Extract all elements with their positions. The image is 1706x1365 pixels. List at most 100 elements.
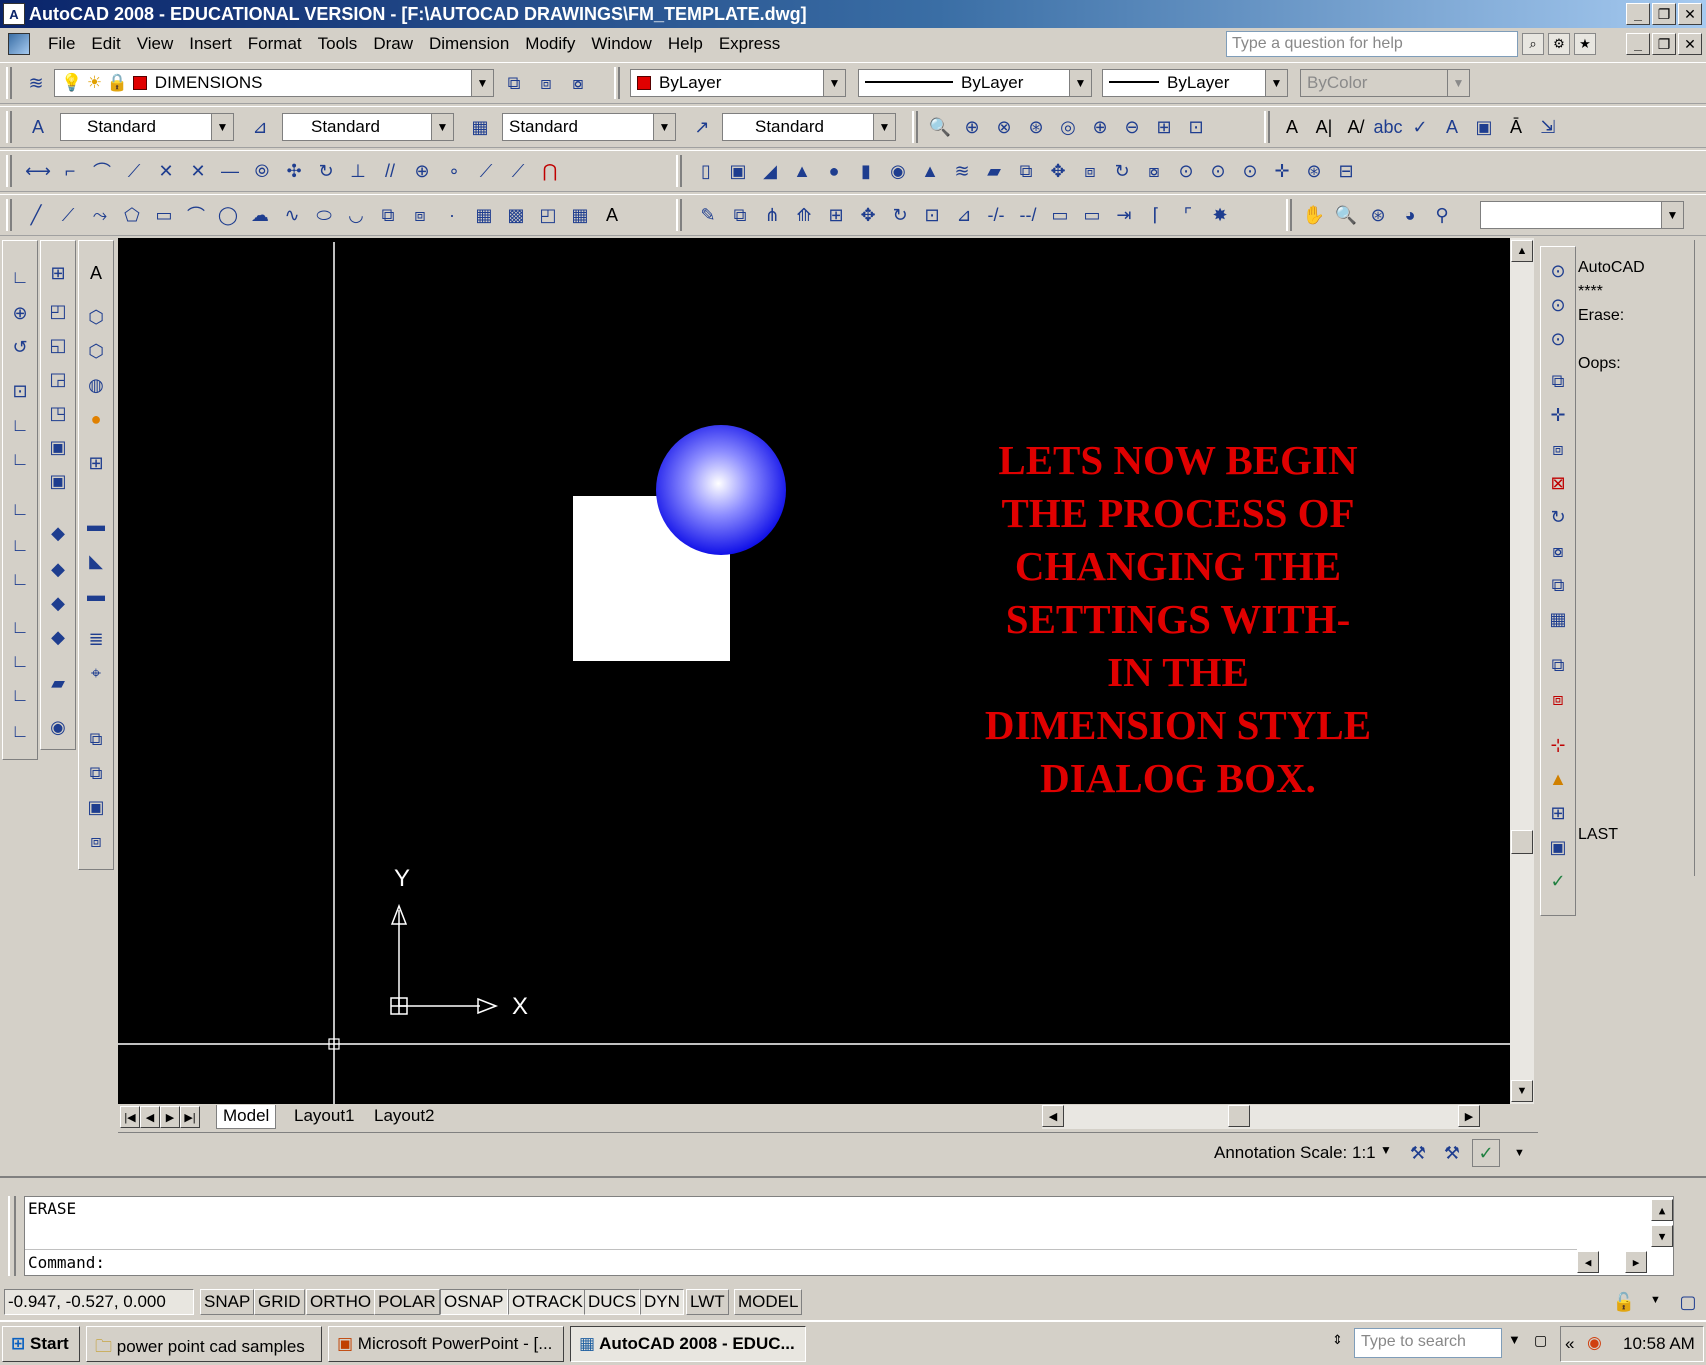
zoom-center-icon[interactable]: ◎ <box>1054 113 1082 141</box>
blue-sphere[interactable] <box>656 425 786 555</box>
ucs-apply-icon[interactable]: ∟ <box>6 717 34 745</box>
view-dropdown[interactable]: ▼ <box>1480 201 1684 229</box>
cmd-scroll-up-button[interactable]: ▲ <box>1651 1199 1673 1221</box>
rotate-icon[interactable]: ↻ <box>886 201 914 229</box>
hidden-icon[interactable]: ⬡ <box>82 337 110 365</box>
viewport-scale-icon[interactable]: ⧈ <box>82 827 110 855</box>
menu-draw[interactable]: Draw <box>365 34 421 54</box>
chevron-down-icon[interactable]: ▼ <box>653 114 675 140</box>
scale-icon[interactable]: ⊡ <box>918 201 946 229</box>
chevron-down-icon[interactable]: ▼ <box>873 114 895 140</box>
menu-edit[interactable]: Edit <box>83 34 128 54</box>
extend-icon[interactable]: --/ <box>1014 201 1042 229</box>
dim-style-dropdown[interactable]: Standard ▼ <box>282 113 454 141</box>
scroll-thumb[interactable] <box>1511 830 1533 854</box>
lwt-toggle[interactable]: LWT <box>686 1289 729 1315</box>
menu-modify[interactable]: Modify <box>517 34 583 54</box>
edit-text-icon[interactable]: A/ <box>1342 113 1370 141</box>
text-style-icon[interactable]: A <box>24 113 52 141</box>
scroll-left-button[interactable]: ◀ <box>1042 1105 1064 1127</box>
chevron-down-icon[interactable]: ▼ <box>1650 1294 1661 1306</box>
magnet-icon[interactable]: ⋂ <box>536 157 564 185</box>
copy-edges-icon[interactable]: ⧉ <box>1544 651 1572 679</box>
chevron-down-icon[interactable]: ▼ <box>1069 70 1091 96</box>
doc-close-button[interactable]: ✕ <box>1678 33 1702 55</box>
text-icon[interactable]: A <box>598 201 626 229</box>
start-button[interactable]: ⊞ Start <box>2 1326 80 1362</box>
top-view-icon[interactable]: ◰ <box>44 297 72 325</box>
sw-iso-icon[interactable]: ◆ <box>44 519 72 547</box>
break-at-point-icon[interactable]: ▭ <box>1046 201 1074 229</box>
toolbar-lock-icon[interactable]: 🔓 <box>1610 1288 1638 1316</box>
favorites-icon[interactable]: ★ <box>1574 33 1596 55</box>
cmd-scroll-right-button[interactable]: ▶ <box>1625 1251 1647 1273</box>
front-view-icon[interactable]: ▣ <box>44 433 72 461</box>
shell-icon[interactable]: ▣ <box>1544 833 1572 861</box>
array-icon[interactable]: ⊞ <box>822 201 850 229</box>
zoom-all-icon[interactable]: ⊞ <box>1150 113 1178 141</box>
palette-line[interactable]: Oops: <box>1578 352 1704 376</box>
offset-icon[interactable]: ⟰ <box>790 201 818 229</box>
viewport-clip-icon[interactable]: ▣ <box>82 793 110 821</box>
zoom-scale-icon[interactable]: ⊛ <box>1022 113 1050 141</box>
annotation-visibility-icon[interactable]: ⚒ <box>1404 1139 1432 1167</box>
layer-previous-icon[interactable]: ⧈ <box>532 69 560 97</box>
search-icon[interactable]: ⌕ <box>1522 33 1544 55</box>
wireframe-icon[interactable]: ⬡ <box>82 303 110 331</box>
scroll-right-button[interactable]: ▶ <box>1458 1105 1480 1127</box>
table-style-dropdown[interactable]: Standard ▼ <box>502 113 676 141</box>
menu-dimension[interactable]: Dimension <box>421 34 517 54</box>
osnap-toggle[interactable]: OSNAP <box>440 1289 508 1315</box>
dimension-break-icon[interactable]: ⊕ <box>408 157 436 185</box>
last-tab-icon[interactable]: ▶| <box>180 1106 200 1128</box>
move-faces-icon[interactable]: ✛ <box>1544 401 1572 429</box>
model-toggle[interactable]: MODEL <box>734 1289 803 1315</box>
point-icon[interactable]: · <box>438 201 466 229</box>
zoom-in-icon[interactable]: ⊕ <box>1086 113 1114 141</box>
break-icon[interactable]: ▭ <box>1078 201 1106 229</box>
make-block-icon[interactable]: ⧈ <box>406 201 434 229</box>
find-text-icon[interactable]: abc <box>1373 113 1402 141</box>
angular-icon[interactable]: ⦾ <box>248 157 276 185</box>
otrack-toggle[interactable]: OTRACK <box>508 1289 587 1315</box>
construction-line-icon[interactable]: ⟋ <box>54 201 82 229</box>
erase-icon[interactable]: ✎ <box>694 201 722 229</box>
polysolid-icon[interactable]: ▯ <box>692 157 720 185</box>
extrude-icon[interactable]: ⧉ <box>1012 157 1040 185</box>
menu-view[interactable]: View <box>129 34 182 54</box>
ucs-icon[interactable]: ∟ <box>6 263 34 291</box>
arc-icon[interactable]: ⌒ <box>182 201 210 229</box>
chevron-down-icon[interactable]: ▼ <box>1380 1143 1392 1157</box>
taskbar-search-input[interactable]: Type to search <box>1354 1328 1502 1358</box>
baseline-icon[interactable]: ↻ <box>312 157 340 185</box>
ucs-z-icon[interactable]: ∟ <box>6 681 34 709</box>
menu-tools[interactable]: Tools <box>310 34 366 54</box>
separate-icon[interactable]: ⊞ <box>1544 799 1572 827</box>
pan-icon[interactable]: ✋ <box>1300 201 1328 229</box>
auto-scale-icon[interactable]: ⚒ <box>1438 1139 1466 1167</box>
visual-styles-icon[interactable]: ⊞ <box>82 449 110 477</box>
coordinates-display[interactable]: -0.947, -0.527, 0.000 <box>4 1289 194 1315</box>
horizontal-scrollbar[interactable]: ◀ ▶ <box>1042 1105 1480 1129</box>
ducs-toggle[interactable]: DUCS <box>584 1289 641 1315</box>
subtract-icon[interactable]: ⊙ <box>1544 291 1572 319</box>
vertical-scrollbar[interactable]: ▲ ▼ <box>1510 238 1534 1104</box>
multiline-text-icon[interactable]: A <box>1278 113 1306 141</box>
layer-dropdown[interactable]: 💡 ☀ 🔒 DIMENSIONS ▼ <box>54 69 494 97</box>
linear-dimension-icon[interactable]: ⟷ <box>24 157 52 185</box>
spline-icon[interactable]: ∿ <box>278 201 306 229</box>
task-autocad[interactable]: ▦ AutoCAD 2008 - EDUC... <box>570 1326 806 1362</box>
tab-layout1[interactable]: Layout1 <box>288 1105 361 1129</box>
chevron-down-icon[interactable]: ▼ <box>471 70 493 96</box>
scroll-down-button[interactable]: ▼ <box>1511 1080 1533 1102</box>
intersect-icon[interactable]: ⊙ <box>1544 325 1572 353</box>
line-icon[interactable]: ╱ <box>22 201 50 229</box>
trim-icon[interactable]: -/- <box>982 201 1010 229</box>
realistic-icon[interactable]: ◍ <box>82 371 110 399</box>
clean-screen-icon[interactable]: ▢ <box>1674 1288 1702 1316</box>
subtract-icon[interactable]: ⊙ <box>1204 157 1232 185</box>
continue-icon[interactable]: ⊥ <box>344 157 372 185</box>
copy-icon[interactable]: ⧉ <box>726 201 754 229</box>
table-icon[interactable]: ▦ <box>566 201 594 229</box>
tolerance-icon[interactable]: ∘ <box>440 157 468 185</box>
